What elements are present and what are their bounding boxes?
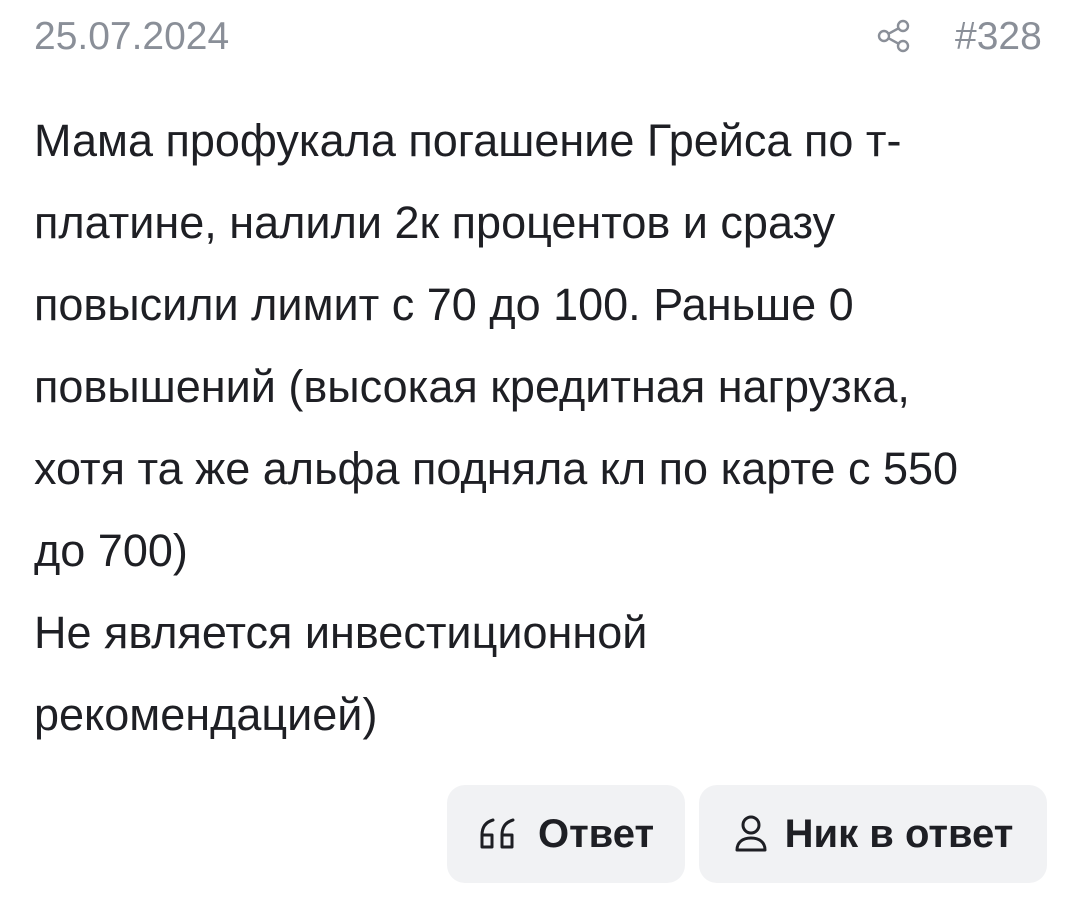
reply-button[interactable]: Ответ [447,785,685,883]
share-button[interactable] [870,12,918,60]
post-number[interactable]: #328 [955,14,1042,60]
post-actions: Ответ Ник в ответ [447,785,1047,883]
post-text-line: платине, налили 2к процентов и сразу [34,197,836,248]
nick-reply-button-label: Ник в ответ [784,811,1014,856]
post-date: 25.07.2024 [34,15,230,58]
post-text-line: повышений (высокая кредитная нагрузка, [34,361,910,412]
post-text-line: до 700) [34,525,188,576]
post-text-line: Не является инвестиционной [34,607,648,658]
post-text-line: повысили лимит с 70 до 100. Раньше 0 [34,279,854,330]
user-icon [733,814,769,854]
nick-reply-button[interactable]: Ник в ответ [699,785,1047,883]
share-icon [877,19,910,53]
post-text-line: Мама профукала погашение Грейса по т- [34,115,902,166]
post-text-line: рекомендацией) [34,689,378,740]
reply-button-label: Ответ [537,811,655,856]
post-text: Мама профукала погашение Грейса по т- пл… [34,100,1044,756]
post-text-line: хотя та же альфа подняла кл по карте с 5… [34,443,959,494]
quote-icon [478,817,522,851]
